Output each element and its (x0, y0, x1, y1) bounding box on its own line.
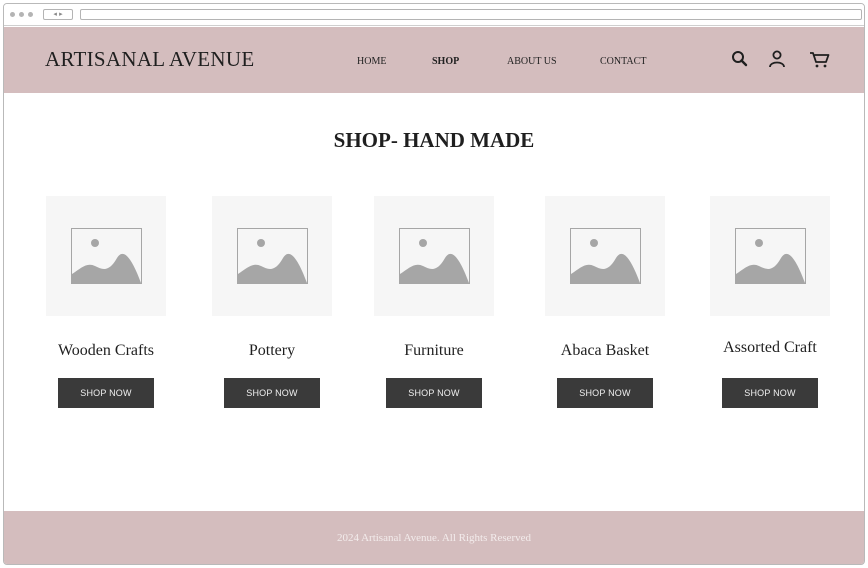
product-name: Abaca Basket (560, 342, 650, 359)
window-dot-icon[interactable] (19, 12, 24, 17)
user-icon[interactable] (767, 49, 787, 69)
product-card[interactable]: Assorted Craft SHOP NOW (710, 196, 830, 408)
image-placeholder-icon (399, 228, 470, 284)
product-name: Pottery (248, 342, 296, 359)
product-name: Wooden Crafts (57, 342, 155, 359)
image-placeholder-icon (570, 228, 641, 284)
nav-contact[interactable]: CONTACT (600, 56, 646, 67)
nav-shop[interactable]: SHOP (432, 56, 459, 67)
shop-now-button[interactable]: SHOP NOW (224, 378, 320, 408)
product-card[interactable]: Furniture SHOP NOW (374, 196, 494, 408)
shop-now-button[interactable]: SHOP NOW (386, 378, 482, 408)
back-forward-buttons[interactable]: ◂ ▸ (43, 9, 73, 20)
copyright-text: 2024 Artisanal Avenue. All Rights Reserv… (336, 532, 532, 544)
product-name: Assorted Craft (723, 339, 817, 356)
nav-home[interactable]: HOME (357, 56, 386, 67)
window-dot-icon[interactable] (10, 12, 15, 17)
product-image[interactable] (46, 196, 166, 316)
site-footer: 2024 Artisanal Avenue. All Rights Reserv… (4, 511, 864, 564)
product-image[interactable] (710, 196, 830, 316)
browser-window: ◂ ▸ ARTISANAL AVENUE HOME SHOP ABOUT US … (3, 3, 865, 565)
address-bar[interactable] (80, 9, 862, 20)
product-card[interactable]: Wooden Crafts SHOP NOW (46, 196, 166, 408)
product-card[interactable]: Abaca Basket SHOP NOW (545, 196, 665, 408)
product-image[interactable] (212, 196, 332, 316)
product-image[interactable] (545, 196, 665, 316)
search-icon[interactable] (730, 49, 750, 69)
cart-icon[interactable] (809, 49, 830, 69)
product-name: Furniture (404, 342, 464, 359)
shop-now-button[interactable]: SHOP NOW (722, 378, 818, 408)
window-dot-icon[interactable] (28, 12, 33, 17)
product-image[interactable] (374, 196, 494, 316)
nav-about-us[interactable]: ABOUT US (507, 56, 557, 67)
image-placeholder-icon (237, 228, 308, 284)
image-placeholder-icon (735, 228, 806, 284)
image-placeholder-icon (71, 228, 142, 284)
shop-now-button[interactable]: SHOP NOW (58, 378, 154, 408)
page-title: SHOP- HAND MADE (333, 128, 535, 152)
browser-chrome: ◂ ▸ (4, 4, 864, 26)
product-card[interactable]: Pottery SHOP NOW (212, 196, 332, 408)
brand-logo[interactable]: ARTISANAL AVENUE (45, 47, 254, 72)
shop-now-button[interactable]: SHOP NOW (557, 378, 653, 408)
site-header: ARTISANAL AVENUE HOME SHOP ABOUT US CONT… (4, 27, 864, 93)
